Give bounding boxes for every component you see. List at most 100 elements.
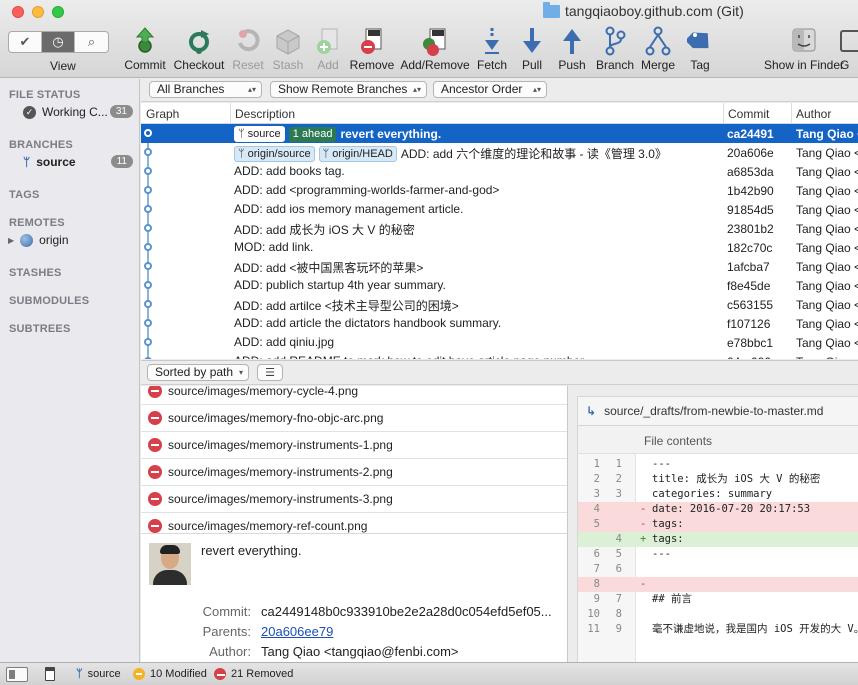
table-row[interactable]: MOD: add link. 182c70c Tang Qiao <	[141, 238, 858, 257]
commit-message: ADD: add books tag.	[234, 164, 345, 178]
diff-line: 4 - date: 2016-07-20 20:17:53	[578, 502, 858, 517]
branch-label-source[interactable]: ᛘ source	[234, 126, 285, 142]
zoom-window-button[interactable]	[52, 6, 64, 18]
view-search-segment[interactable]: ⌕	[75, 32, 108, 52]
commit-history-table[interactable]: Graph Description Commit Author ᛘ source…	[141, 103, 858, 359]
changed-files-list[interactable]: source/images/memory-cycle-4.png source/i…	[141, 386, 567, 533]
sidebar-heading-stashes[interactable]: STASHES	[9, 267, 62, 279]
sidebar-heading-branches[interactable]: BRANCHES	[9, 139, 73, 151]
commit-hash-label: Commit:	[202, 604, 251, 619]
file-row[interactable]: source/images/memory-instruments-2.png	[141, 459, 567, 486]
table-row[interactable]: ADD: add <被中国黑客玩坏的苹果> 1afcba7 Tang Qiao <	[141, 257, 858, 276]
diff-line-text: tags:	[652, 533, 684, 545]
file-row[interactable]: source/images/memory-fno-objc-arc.png	[141, 405, 567, 432]
commit-sha: 91854d5	[727, 203, 774, 217]
old-line-number: 4	[593, 503, 600, 515]
branch-filter-select[interactable]: All Branches ▴▾	[149, 81, 262, 98]
push-icon	[563, 29, 581, 54]
overflow-toolbar-button[interactable]: G	[840, 26, 858, 72]
sidebar-heading-subtrees[interactable]: SUBTREES	[9, 323, 71, 335]
table-row[interactable]: ADD: add books tag. a6853da Tang Qiao <	[141, 162, 858, 181]
sidebar-toggle-icon[interactable]	[6, 667, 28, 682]
pull-label: Pull	[521, 58, 542, 72]
removed-icon	[214, 668, 226, 680]
sidebar-heading-remotes[interactable]: REMOTES	[9, 217, 65, 229]
graph-node	[144, 319, 152, 327]
sidebar-item-remote-origin[interactable]: ▶ origin	[8, 233, 118, 247]
table-row[interactable]: ᛘ origin/source ᛘ origin/HEAD ADD: add 六…	[141, 143, 858, 162]
sidebar-heading-tags[interactable]: TAGS	[9, 189, 40, 201]
commit-author: Tang Qiao <	[796, 241, 858, 255]
status-removed-label: 21 Removed	[231, 668, 294, 680]
table-row[interactable]: ADD: publich startup 4th year summary. f8…	[141, 276, 858, 295]
commit-message: ADD: add artilce <技术主导型公司的困境>	[234, 299, 459, 313]
graph-node	[144, 243, 152, 251]
diff-line-text: 毫不谦虚地说，我是国内 iOS 开发的大 V。我	[652, 623, 858, 635]
table-row[interactable]: ADD: add 成长为 iOS 大 V 的秘密 23801b2 Tang Qiao…	[141, 219, 858, 238]
column-header-commit[interactable]: Commit	[728, 107, 769, 121]
add-remove-button[interactable]: Add/Remove	[400, 26, 470, 72]
sidebar: FILE STATUS ✓ Working C... 31 BRANCHES ᛘ…	[0, 79, 140, 662]
sidebar-item-branch-source[interactable]: ᛘ source 11	[23, 155, 133, 169]
column-header-graph[interactable]: Graph	[146, 107, 179, 121]
branch-icon: ᛘ	[76, 668, 83, 680]
remove-button[interactable]: Remove	[342, 26, 402, 72]
new-line-number: 5	[615, 548, 622, 560]
branch-ahead-badge: 11	[110, 155, 133, 168]
remove-icon	[361, 28, 382, 54]
file-row[interactable]: source/images/memory-instruments-3.png	[141, 486, 567, 513]
old-line-number: 7	[593, 563, 600, 575]
remove-label: Remove	[349, 58, 395, 72]
file-row[interactable]: source/images/memory-instruments-1.png	[141, 432, 567, 459]
remote-label-origin-head[interactable]: ᛘ origin/HEAD	[318, 145, 397, 162]
sidebar-heading-submodules[interactable]: SUBMODULES	[9, 295, 89, 307]
remote-branches-select[interactable]: Show Remote Branches ▴▾	[270, 81, 427, 98]
table-row[interactable]: ADD: add qiniu.jpg e78bbc1 Tang Qiao <	[141, 333, 858, 352]
diff-line-text: tags:	[652, 518, 684, 530]
diff-content[interactable]: File contents 1 1 --- 2 2 title: 成长为 iOS 大 V …	[577, 426, 858, 662]
commit-message: ADD: add article the dictators handbook …	[234, 316, 502, 330]
commit-button[interactable]: Commit	[115, 26, 175, 72]
commit-author: Tang Qiao <	[796, 146, 858, 160]
view-segmented-control[interactable]: ✔ ◷ ⌕	[8, 31, 109, 53]
column-header-description[interactable]: Description	[235, 107, 295, 121]
table-row[interactable]: ADD: add ios memory management article. 9…	[141, 200, 858, 219]
commit-order-select[interactable]: Ancestor Order ▴▾	[433, 81, 547, 98]
commit-details-panel: revert everything. Commit: ca2449148b0c9…	[141, 533, 567, 662]
sidebar-item-working-copy[interactable]: ✓ Working C... 31	[23, 105, 133, 119]
globe-icon	[20, 233, 34, 247]
close-window-button[interactable]	[12, 6, 24, 18]
list-view-toggle-button[interactable]: ☰	[257, 364, 283, 381]
table-row[interactable]: ADD: add README to mark how to edit have…	[141, 352, 858, 359]
file-path: source/images/memory-ref-count.png	[168, 519, 368, 533]
show-in-finder-button[interactable]: Show in Finder	[764, 26, 844, 72]
minimize-window-button[interactable]	[32, 6, 44, 18]
disclosure-triangle-icon[interactable]: ▶	[8, 236, 14, 245]
view-history-segment[interactable]: ◷	[42, 32, 75, 52]
file-row[interactable]: source/images/memory-ref-count.png	[141, 513, 567, 533]
remote-label-origin-source[interactable]: ᛘ origin/source	[234, 145, 315, 162]
table-row[interactable]: ADD: add <programming-worlds-farmer-and-…	[141, 181, 858, 200]
file-row[interactable]: source/images/memory-cycle-4.png	[141, 386, 567, 405]
commit-author: Tang Qiao <	[796, 279, 858, 293]
column-header-author[interactable]: Author	[796, 107, 831, 121]
parent-commit-link[interactable]: 20a606ee79	[261, 624, 333, 639]
diff-line: 5 - tags:	[578, 517, 858, 532]
view-file-status-segment[interactable]: ✔	[9, 32, 42, 52]
commit-author: Tang Qiao <	[796, 165, 858, 179]
table-row[interactable]: ADD: add article the dictators handbook …	[141, 314, 858, 333]
removed-file-icon	[148, 411, 162, 425]
trash-icon[interactable]	[45, 667, 55, 681]
commit-message: ADD: publich startup 4th year summary.	[234, 278, 446, 292]
table-row-selected[interactable]: ᛘ source 1 ahead revert everything. ca24…	[141, 124, 858, 143]
table-row[interactable]: ADD: add artilce <技术主导型公司的困境> c563155 Tang…	[141, 295, 858, 314]
sort-order-select[interactable]: Sorted by path ▾	[147, 364, 249, 381]
diff-line-text: ---	[652, 458, 671, 470]
old-line-number: 5	[593, 518, 600, 530]
commit-sha: f8e45de	[727, 279, 771, 293]
remote-branches-value: Show Remote Branches	[278, 82, 408, 96]
new-line-number: 2	[615, 473, 622, 485]
sidebar-heading-file-status[interactable]: FILE STATUS	[9, 89, 80, 101]
tag-button[interactable]: Tag	[670, 26, 730, 72]
removed-file-icon	[148, 492, 162, 506]
